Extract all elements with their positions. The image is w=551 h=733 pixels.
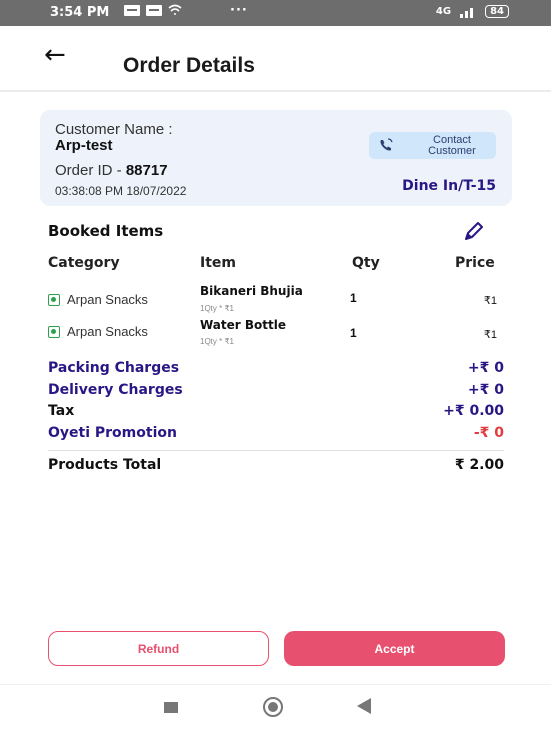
app-header: ← Order Details xyxy=(0,26,551,92)
order-timestamp: 03:38:08 PM 18/07/2022 xyxy=(55,184,187,198)
network-label: 4G xyxy=(435,6,452,17)
pencil-icon[interactable] xyxy=(463,220,485,242)
order-id-line: Order ID - 88717 xyxy=(55,162,168,179)
table-row-price: ₹1 xyxy=(483,295,497,307)
notification-icons xyxy=(124,4,182,16)
status-time: 3:54 PM xyxy=(50,5,110,20)
table-row-qty: 1 xyxy=(350,326,357,340)
phone-icon xyxy=(380,138,393,151)
products-total-value: ₹ 2.00 xyxy=(454,457,504,473)
tax-value: +₹ 0.00 xyxy=(443,403,504,419)
status-right: 4G 84 xyxy=(436,5,509,18)
table-row-price: ₹1 xyxy=(483,329,497,341)
delivery-charges-label: Delivery Charges xyxy=(48,382,183,398)
system-nav-bar xyxy=(0,684,551,733)
promotion-label: Oyeti Promotion xyxy=(48,425,177,441)
message-icon xyxy=(124,4,140,16)
column-item: Item xyxy=(200,255,236,271)
table-row-item: Water Bottle xyxy=(200,318,286,332)
home-icon[interactable] xyxy=(263,697,283,717)
table-row-item-detail: 1Qty * ₹1 xyxy=(200,337,234,346)
status-bar: 3:54 PM ··· 4G 84 xyxy=(0,0,551,26)
column-category: Category xyxy=(48,255,120,271)
column-qty: Qty xyxy=(352,255,380,271)
summary-divider xyxy=(48,450,504,451)
order-id-label: Order ID - xyxy=(55,162,126,179)
veg-icon xyxy=(48,293,60,306)
delivery-charges-value: +₹ 0 xyxy=(467,382,504,398)
packing-charges-value: +₹ 0 xyxy=(467,360,504,376)
products-total-label: Products Total xyxy=(48,457,162,473)
table-row-item: Bikaneri Bhujia xyxy=(200,284,303,298)
promotion-value: -₹ 0 xyxy=(473,425,504,441)
booked-items-title: Booked Items xyxy=(48,222,164,240)
table-row-item-detail: 1Qty * ₹1 xyxy=(200,304,234,313)
column-price: Price xyxy=(455,255,495,271)
tax-label: Tax xyxy=(48,403,75,419)
message-icon xyxy=(146,4,162,16)
more-notifications: ··· xyxy=(230,3,248,18)
battery-icon: 84 xyxy=(485,5,509,18)
customer-name-label: Customer Name : xyxy=(55,121,173,138)
packing-charges-label: Packing Charges xyxy=(48,360,180,376)
veg-icon xyxy=(48,325,60,338)
page-title: Order Details xyxy=(123,54,255,77)
recents-icon[interactable] xyxy=(164,702,178,713)
customer-name: Arp-test xyxy=(55,137,113,154)
wifi-icon xyxy=(168,4,182,15)
arrow-left-icon[interactable]: ← xyxy=(44,40,66,70)
signal-icon xyxy=(460,7,474,18)
contact-customer-label: Contact Customer xyxy=(412,135,492,157)
table-row-qty: 1 xyxy=(350,291,357,305)
table-row-category: Arpan Snacks xyxy=(48,292,148,307)
order-info-card: Customer Name : Arp-test Order ID - 8871… xyxy=(40,110,512,206)
back-icon[interactable] xyxy=(357,698,371,714)
accept-button[interactable]: Accept xyxy=(284,631,505,666)
contact-customer-button[interactable]: Contact Customer xyxy=(369,132,496,159)
order-id: 88717 xyxy=(125,162,168,179)
contact-line2: Customer xyxy=(428,145,476,157)
dine-in-table: Dine In/T-15 xyxy=(402,178,496,194)
refund-button[interactable]: Refund xyxy=(48,631,269,666)
category-label: Arpan Snacks xyxy=(67,324,148,339)
category-label: Arpan Snacks xyxy=(67,292,148,307)
table-row-category: Arpan Snacks xyxy=(48,324,148,339)
